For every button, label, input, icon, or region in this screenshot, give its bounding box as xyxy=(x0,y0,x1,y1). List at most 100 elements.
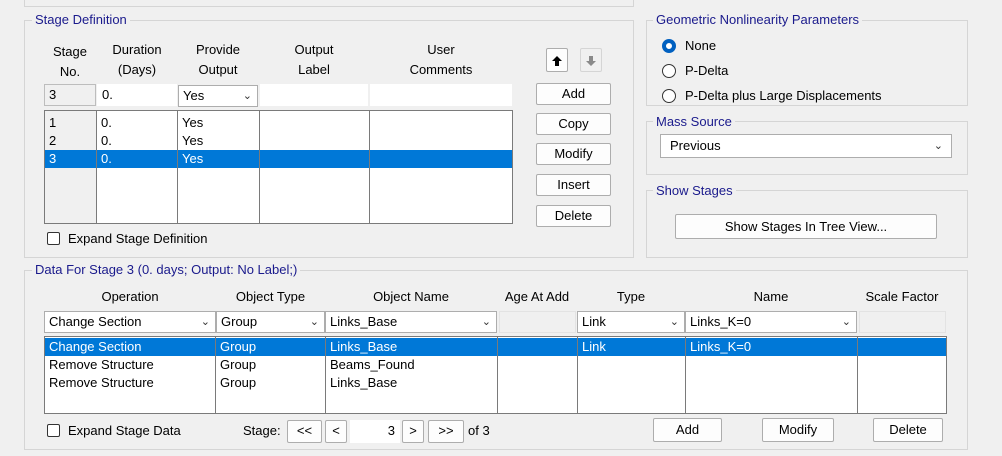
stage-list-col-provide-output[interactable]: Yes Yes Yes xyxy=(177,110,260,224)
object-type-dropdown[interactable]: Group ⌄ xyxy=(216,311,325,333)
list-item[interactable] xyxy=(858,374,946,392)
list-item[interactable] xyxy=(578,374,685,392)
radio-p-delta-label[interactable]: P-Delta xyxy=(685,63,728,79)
provide-output-dropdown[interactable]: Yes ⌄ xyxy=(178,85,258,107)
stage-list-col-stage-no[interactable]: 1 2 3 xyxy=(44,110,97,224)
data-add-button[interactable]: Add xyxy=(653,418,722,442)
list-item[interactable] xyxy=(260,150,369,168)
list-item[interactable] xyxy=(498,374,577,392)
header-duration: Duration (Days) xyxy=(97,40,177,80)
user-comments-input[interactable] xyxy=(370,84,512,106)
list-item[interactable]: 0. xyxy=(97,150,177,168)
list-item[interactable]: Yes xyxy=(178,114,259,132)
data-list-col-name[interactable]: Links_K=0 xyxy=(685,336,858,414)
stage-number-input[interactable]: 3 xyxy=(350,420,400,443)
expand-stage-definition-label[interactable]: Expand Stage Definition xyxy=(68,231,207,247)
list-item[interactable]: Links_Base xyxy=(326,374,497,392)
list-item[interactable] xyxy=(858,338,946,356)
list-item[interactable]: 1 xyxy=(45,114,96,132)
radio-none[interactable] xyxy=(662,39,676,53)
list-item[interactable]: Group xyxy=(216,374,325,392)
list-item[interactable] xyxy=(260,114,369,132)
list-item[interactable] xyxy=(498,356,577,374)
previous-stage-button[interactable]: < xyxy=(325,420,347,443)
stage-insert-button[interactable]: Insert xyxy=(536,174,611,196)
object-type-value: Group xyxy=(221,314,258,329)
move-down-button[interactable] xyxy=(580,48,602,72)
type-value: Link xyxy=(582,314,606,329)
radio-p-delta-large-displacements-label[interactable]: P-Delta plus Large Displacements xyxy=(685,88,882,104)
list-item[interactable]: Remove Structure xyxy=(45,374,215,392)
list-item[interactable]: Links_K=0 xyxy=(686,338,857,356)
data-list-col-object-type[interactable]: Group Group Group xyxy=(215,336,326,414)
duration-input[interactable]: 0. xyxy=(97,84,177,106)
list-item[interactable] xyxy=(370,114,512,132)
header-provide-line1: Provide xyxy=(195,42,241,57)
data-delete-button[interactable]: Delete xyxy=(873,418,943,442)
data-list-col-operation[interactable]: Change Section Remove Structure Remove S… xyxy=(44,336,216,414)
list-item[interactable]: 2 xyxy=(45,132,96,150)
list-item[interactable] xyxy=(686,374,857,392)
first-stage-button[interactable]: << xyxy=(287,420,322,443)
expand-stage-definition-checkbox[interactable] xyxy=(47,232,60,245)
list-item[interactable] xyxy=(858,356,946,374)
chevron-down-icon: ⌄ xyxy=(481,316,491,328)
list-item[interactable] xyxy=(370,132,512,150)
header-comments-line2: Comments xyxy=(409,62,473,77)
list-item[interactable]: 0. xyxy=(97,132,177,150)
show-stages-title: Show Stages xyxy=(653,183,736,198)
mass-source-value: Previous xyxy=(670,138,721,153)
stage-list-col-output-label[interactable] xyxy=(259,110,370,224)
expand-stage-data-label[interactable]: Expand Stage Data xyxy=(68,423,181,439)
type-dropdown[interactable]: Link ⌄ xyxy=(577,311,685,333)
list-item[interactable]: Link xyxy=(578,338,685,356)
stage-add-button[interactable]: Add xyxy=(536,83,611,105)
move-up-button[interactable] xyxy=(546,48,568,72)
last-stage-button[interactable]: >> xyxy=(428,420,464,443)
next-stage-button[interactable]: > xyxy=(402,420,424,443)
arrow-up-icon xyxy=(552,55,562,66)
name-dropdown[interactable]: Links_K=0 ⌄ xyxy=(685,311,857,333)
list-item[interactable]: Change Section xyxy=(45,338,215,356)
list-item[interactable]: 0. xyxy=(97,114,177,132)
list-item[interactable] xyxy=(686,356,857,374)
operation-dropdown[interactable]: Change Section ⌄ xyxy=(44,311,216,333)
stage-list-col-duration[interactable]: 0. 0. 0. xyxy=(96,110,178,224)
stage-modify-button[interactable]: Modify xyxy=(536,143,611,165)
radio-none-label[interactable]: None xyxy=(685,38,716,54)
expand-stage-data-checkbox[interactable] xyxy=(47,424,60,437)
list-item[interactable]: Remove Structure xyxy=(45,356,215,374)
list-item[interactable] xyxy=(578,356,685,374)
list-item[interactable]: Yes xyxy=(178,132,259,150)
header-operation: Operation xyxy=(101,289,159,304)
chevron-down-icon: ⌄ xyxy=(242,90,252,102)
list-item[interactable]: Yes xyxy=(178,150,259,168)
list-item[interactable]: 3 xyxy=(45,150,96,168)
list-item[interactable] xyxy=(370,150,512,168)
data-modify-button[interactable]: Modify xyxy=(762,418,834,442)
mass-source-dropdown[interactable]: Previous ⌄ xyxy=(660,134,952,158)
stage-data-title: Data For Stage 3 (0. days; Output: No La… xyxy=(32,262,301,277)
provide-output-value: Yes xyxy=(183,88,205,103)
list-item[interactable] xyxy=(498,338,577,356)
list-item[interactable]: Group xyxy=(216,338,325,356)
header-comments-line1: User xyxy=(427,42,455,57)
chevron-down-icon: ⌄ xyxy=(200,316,210,328)
data-list-col-scale-factor[interactable] xyxy=(857,336,947,414)
show-stages-tree-view-button[interactable]: Show Stages In Tree View... xyxy=(675,214,937,239)
radio-p-delta-large-displacements[interactable] xyxy=(662,89,676,103)
list-item[interactable]: Beams_Found xyxy=(326,356,497,374)
data-list-col-age-at-add[interactable] xyxy=(497,336,578,414)
output-label-input[interactable] xyxy=(260,84,368,106)
data-list-col-type[interactable]: Link xyxy=(577,336,686,414)
radio-p-delta[interactable] xyxy=(662,64,676,78)
stage-list-col-user-comments[interactable] xyxy=(369,110,513,224)
data-list-col-object-name[interactable]: Links_Base Beams_Found Links_Base xyxy=(325,336,498,414)
list-item[interactable]: Group xyxy=(216,356,325,374)
stage-copy-button[interactable]: Copy xyxy=(536,113,611,135)
list-item[interactable]: Links_Base xyxy=(326,338,497,356)
list-item[interactable] xyxy=(260,132,369,150)
header-label-line1: Output xyxy=(294,42,334,57)
object-name-dropdown[interactable]: Links_Base ⌄ xyxy=(325,311,497,333)
stage-delete-button[interactable]: Delete xyxy=(536,205,611,227)
